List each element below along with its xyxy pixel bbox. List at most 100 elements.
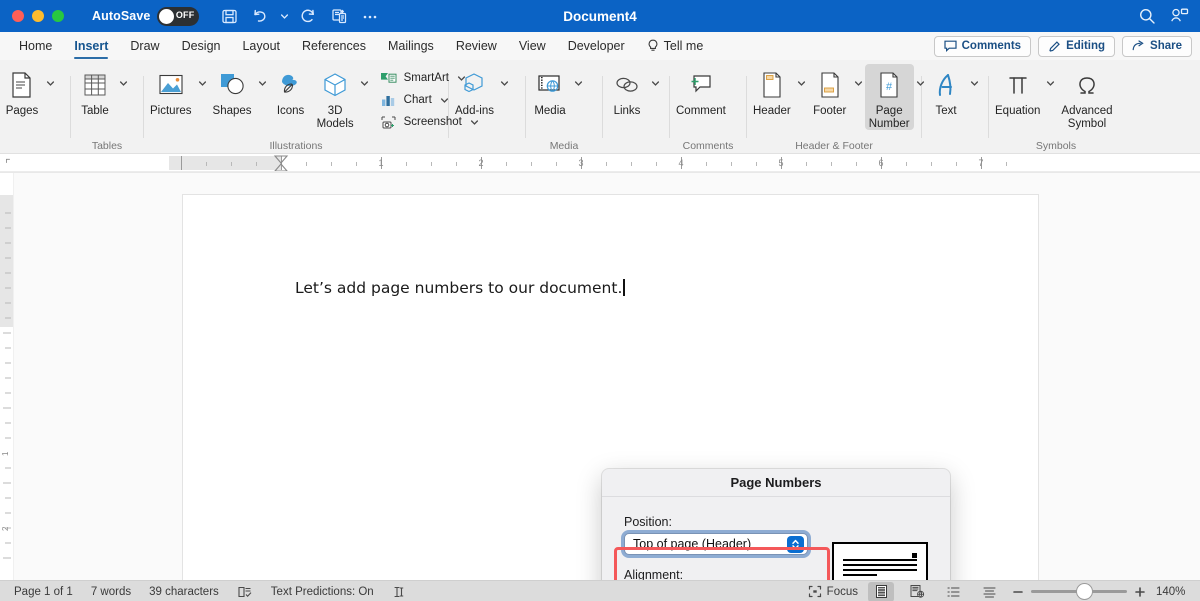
group-divider — [669, 75, 670, 138]
pages-icon — [8, 66, 36, 104]
format-painter-icon[interactable] — [325, 4, 353, 28]
links-button[interactable]: Links — [605, 64, 649, 118]
svg-text:5: 5 — [778, 158, 783, 168]
character-count[interactable]: 39 characters — [149, 586, 219, 598]
pictures-label: Pictures — [150, 105, 192, 117]
web-layout-view-button[interactable] — [904, 582, 930, 601]
add-ins-button[interactable]: Add-ins — [451, 64, 498, 118]
autosave-control[interactable]: AutoSave OFF — [92, 6, 200, 26]
shapes-button[interactable]: Shapes — [209, 64, 256, 118]
tab-mailings[interactable]: Mailings — [377, 32, 445, 60]
document-text-line[interactable]: Let’s add page numbers to our document. — [295, 279, 625, 297]
zoom-in-button[interactable] — [1134, 586, 1146, 598]
header-chevron-down-icon[interactable] — [795, 64, 808, 102]
position-stepper-icon[interactable] — [787, 536, 804, 553]
icons-button[interactable]: Icons — [269, 64, 313, 118]
maximize-window-button[interactable] — [52, 10, 64, 22]
outline-view-button[interactable] — [940, 582, 966, 601]
draft-view-button[interactable] — [976, 582, 1002, 601]
word-count[interactable]: 7 words — [91, 586, 131, 598]
svg-text:1: 1 — [1, 451, 10, 456]
tab-references[interactable]: References — [291, 32, 377, 60]
ribbon-group-pages: Pages — [0, 60, 68, 154]
shapes-icon — [217, 66, 247, 104]
group-divider — [143, 75, 144, 138]
more-options-icon[interactable] — [356, 4, 384, 28]
footer-chevron-down-icon[interactable] — [852, 64, 865, 102]
print-layout-view-button[interactable] — [868, 581, 894, 601]
add-ins-label: Add-ins — [455, 105, 494, 117]
share-label: Share — [1150, 40, 1182, 52]
minimize-window-button[interactable] — [32, 10, 44, 22]
vertical-ruler[interactable]: 1 2 — [0, 173, 14, 580]
close-window-button[interactable] — [12, 10, 24, 22]
footer-button[interactable]: Footer — [808, 64, 852, 118]
tab-tell-me[interactable]: Tell me — [636, 32, 715, 60]
editing-button[interactable]: Editing — [1038, 35, 1116, 57]
tab-insert[interactable]: Insert — [63, 32, 119, 60]
tab-design[interactable]: Design — [171, 32, 232, 60]
redo-icon[interactable] — [294, 4, 322, 28]
3d-models-chevron-down-icon[interactable] — [358, 64, 371, 102]
page-number-label: Page Number — [868, 105, 910, 130]
share-arrow-icon — [1132, 40, 1145, 52]
page-indicator[interactable]: Page 1 of 1 — [14, 586, 73, 598]
collaborators-icon[interactable] — [1170, 7, 1190, 25]
zoom-track[interactable] — [1031, 584, 1127, 599]
zoom-thumb[interactable] — [1077, 584, 1092, 599]
focus-button[interactable]: Focus — [808, 585, 858, 598]
media-chevron-down-icon[interactable] — [572, 64, 585, 102]
tab-view[interactable]: View — [508, 32, 557, 60]
horizontal-ruler[interactable]: ⌜ 123 456 7 — [0, 154, 1200, 173]
page-numbers-dialog[interactable]: Page Numbers Position: Top of page (Head… — [602, 469, 950, 580]
page-number-button[interactable]: # Page Number — [864, 64, 914, 130]
alignment-label: Alignment: — [624, 568, 684, 580]
tab-layout[interactable]: Layout — [231, 32, 291, 60]
comments-button[interactable]: Comments — [933, 35, 1032, 57]
share-button[interactable]: Share — [1122, 35, 1192, 57]
header-button[interactable]: Header — [749, 64, 795, 118]
pictures-chevron-down-icon[interactable] — [196, 64, 209, 102]
chart-chevron-down-icon[interactable] — [438, 96, 451, 105]
autosave-toggle[interactable]: OFF — [157, 6, 200, 26]
undo-chevron-down-icon[interactable] — [277, 4, 291, 28]
shapes-chevron-down-icon[interactable] — [256, 64, 269, 102]
3d-models-button[interactable]: 3D Models — [313, 64, 358, 130]
toggle-knob — [159, 8, 175, 24]
zoom-level[interactable]: 140% — [1156, 586, 1190, 598]
table-button[interactable]: Table — [73, 64, 117, 118]
position-dropdown[interactable]: Top of page (Header) — [624, 533, 808, 555]
add-ins-icon — [460, 66, 490, 104]
search-icon[interactable] — [1138, 7, 1156, 25]
text-chevron-down-icon[interactable] — [968, 64, 981, 102]
add-ins-chevron-down-icon[interactable] — [498, 64, 511, 102]
comment-button[interactable]: Comment — [672, 64, 730, 118]
pictures-icon — [156, 66, 186, 104]
tab-developer[interactable]: Developer — [557, 32, 636, 60]
equation-button[interactable]: Equation — [991, 64, 1044, 118]
equation-chevron-down-icon[interactable] — [1044, 64, 1057, 102]
undo-icon[interactable] — [246, 4, 274, 28]
text-icon — [932, 66, 960, 104]
media-button[interactable]: Media — [528, 64, 572, 118]
3d-models-icon — [320, 66, 350, 104]
accessibility-icon[interactable] — [392, 585, 406, 599]
table-chevron-down-icon[interactable] — [117, 64, 130, 102]
links-chevron-down-icon[interactable] — [649, 64, 662, 102]
document-canvas[interactable]: Let’s add page numbers to our document. … — [14, 173, 1200, 580]
smartart-icon — [379, 71, 398, 86]
pages-button[interactable]: Pages — [0, 64, 44, 118]
tab-home[interactable]: Home — [8, 32, 63, 60]
zoom-slider[interactable] — [1012, 584, 1146, 599]
tab-draw[interactable]: Draw — [119, 32, 170, 60]
pages-chevron-down-icon[interactable] — [44, 64, 57, 102]
tab-review[interactable]: Review — [445, 32, 508, 60]
pictures-button[interactable]: Pictures — [146, 64, 196, 118]
zoom-out-button[interactable] — [1012, 586, 1024, 598]
text-predictions-status[interactable]: Text Predictions: On — [271, 586, 374, 598]
text-button[interactable]: Text — [924, 64, 968, 118]
proofing-icon[interactable] — [237, 585, 253, 599]
equation-label: Equation — [995, 105, 1041, 117]
save-icon[interactable] — [215, 4, 243, 28]
advanced-symbol-button[interactable]: Advanced Symbol — [1057, 64, 1116, 130]
